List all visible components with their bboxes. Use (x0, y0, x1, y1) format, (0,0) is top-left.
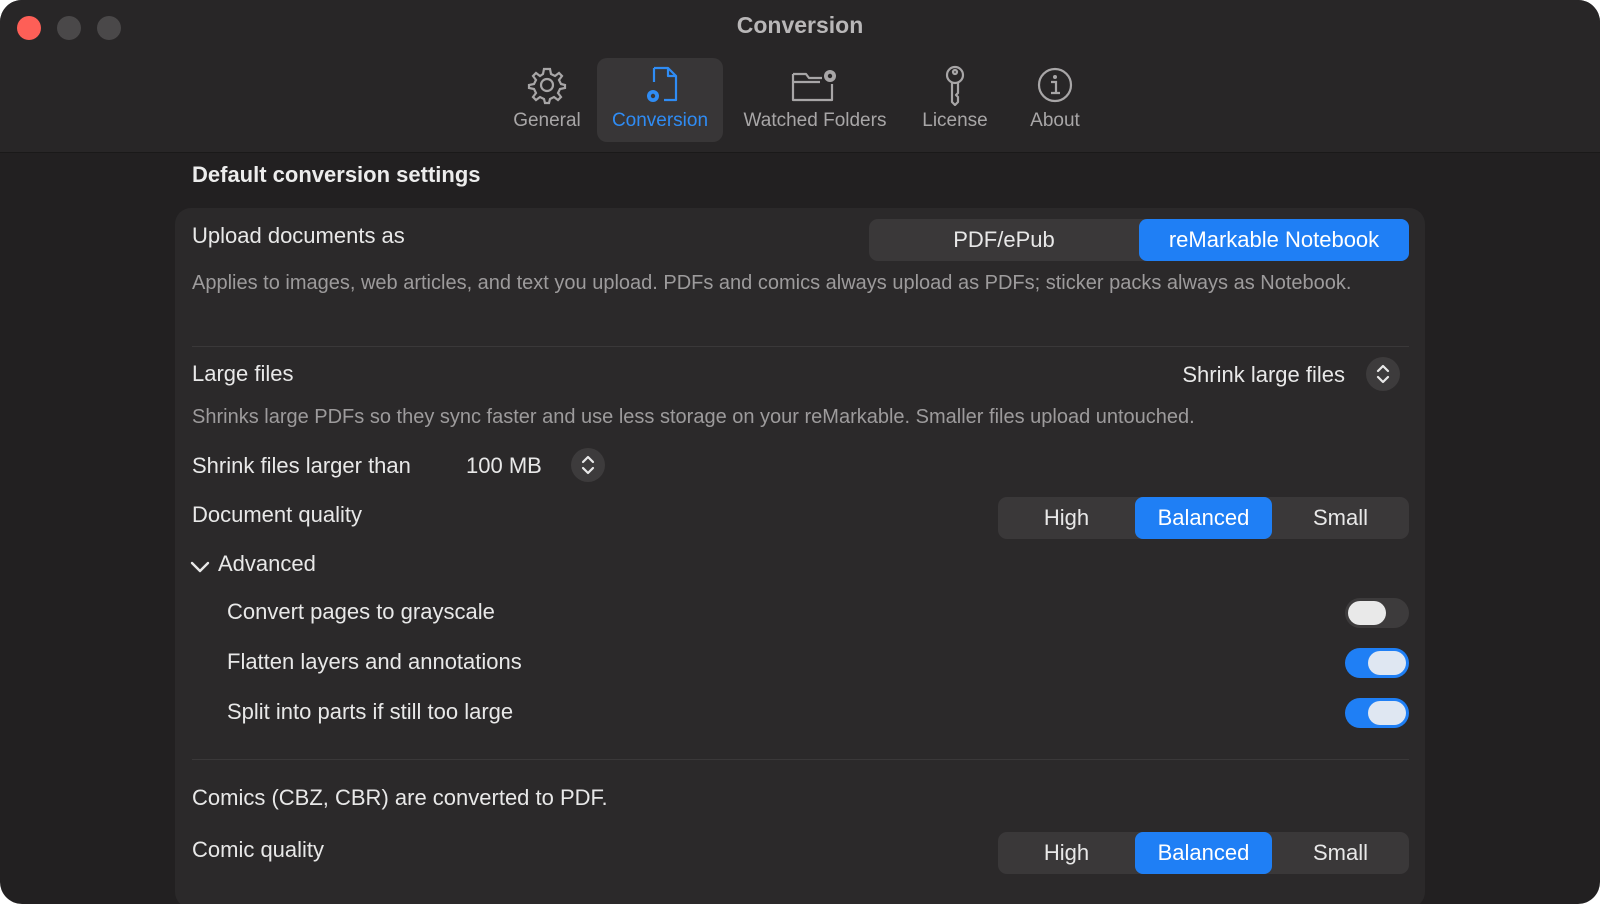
divider (192, 759, 1409, 760)
toolbar: Conversion General Conversion Watched Fo… (0, 0, 1600, 153)
upload-option-remarkable-notebook[interactable]: reMarkable Notebook (1139, 219, 1409, 261)
large-files-description: Shrinks large PDFs so they sync faster a… (192, 406, 1195, 428)
toggle-knob (1368, 701, 1406, 725)
toggle-knob (1348, 601, 1386, 625)
threshold-popup-button[interactable] (571, 448, 605, 482)
tab-license[interactable]: License (910, 58, 1000, 142)
threshold-label: Shrink files larger than (192, 453, 411, 478)
settings-card: Upload documents as PDF/ePub reMarkable … (175, 208, 1425, 904)
split-label: Split into parts if still too large (227, 699, 514, 724)
comics-note: Comics (CBZ, CBR) are converted to PDF. (192, 785, 608, 810)
grayscale-toggle[interactable] (1345, 598, 1409, 628)
comic-quality-high[interactable]: High (998, 832, 1135, 874)
upload-format-segmented-control: PDF/ePub reMarkable Notebook (869, 219, 1409, 261)
grayscale-label: Convert pages to grayscale (227, 599, 495, 624)
upload-label: Upload documents as (192, 223, 405, 248)
document-quality-high[interactable]: High (998, 497, 1135, 539)
advanced-label: Advanced (218, 551, 316, 576)
comic-quality-label: Comic quality (192, 837, 325, 862)
window-title: Conversion (736, 12, 864, 38)
toggle-knob (1368, 651, 1406, 675)
info-icon (1037, 67, 1073, 103)
tab-general[interactable]: General (502, 58, 592, 142)
upload-option-pdf-epub[interactable]: PDF/ePub (869, 219, 1139, 261)
flatten-toggle[interactable] (1345, 648, 1409, 678)
flatten-label: Flatten layers and annotations (227, 649, 522, 674)
document-quality-segmented-control: High Balanced Small (998, 497, 1409, 539)
advanced-disclosure[interactable]: Advanced (189, 551, 389, 582)
folder-gear-icon (791, 70, 836, 102)
comic-quality-small[interactable]: Small (1272, 832, 1409, 874)
tab-watched-folders-label: Watched Folders (743, 110, 887, 131)
large-files-label: Large files (192, 361, 294, 386)
split-toggle[interactable] (1345, 698, 1409, 728)
document-quality-label: Document quality (192, 502, 362, 527)
chevron-up-down-icon (581, 455, 595, 475)
tab-general-label: General (513, 110, 581, 131)
tab-about[interactable]: About (1010, 58, 1100, 142)
chevron-down-icon (190, 561, 210, 573)
threshold-value[interactable]: 100 MB (466, 453, 542, 479)
key-icon (945, 65, 965, 106)
document-gear-icon (647, 66, 678, 102)
comic-quality-segmented-control: High Balanced Small (998, 832, 1409, 874)
chevron-up-down-icon (1376, 364, 1390, 384)
large-files-popup-value[interactable]: Shrink large files (1182, 362, 1345, 388)
large-files-popup-button[interactable] (1366, 357, 1400, 391)
tab-conversion-label: Conversion (611, 110, 709, 131)
upload-description: Applies to images, web articles, and tex… (192, 272, 1352, 294)
divider (192, 346, 1409, 347)
settings-window: Conversion General Conversion Watched Fo… (0, 0, 1600, 904)
tab-watched-folders[interactable]: Watched Folders (730, 58, 900, 142)
document-quality-small[interactable]: Small (1272, 497, 1409, 539)
section-title: Default conversion settings (192, 162, 481, 187)
tab-conversion[interactable]: Conversion (597, 58, 723, 142)
tab-license-label: License (922, 110, 988, 131)
tab-about-label: About (1030, 110, 1080, 131)
gear-icon (527, 67, 567, 105)
document-quality-balanced[interactable]: Balanced (1135, 497, 1272, 539)
comic-quality-balanced[interactable]: Balanced (1135, 832, 1272, 874)
